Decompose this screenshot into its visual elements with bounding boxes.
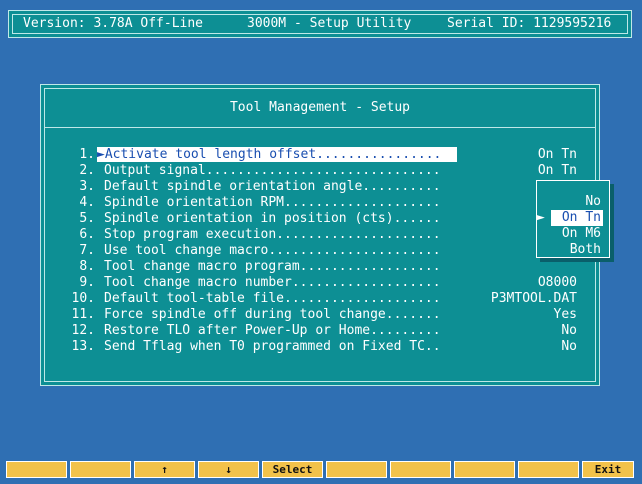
row-value: On Tn	[537, 163, 577, 178]
row-label: Default spindle orientation angle.......…	[104, 179, 441, 194]
row-label: Stop program execution..................…	[104, 227, 441, 242]
fkey-f2[interactable]	[70, 461, 131, 478]
option-popup: No ► On Tn On M6 Both	[536, 180, 610, 258]
fkey-f8[interactable]	[454, 461, 515, 478]
selection-arrow-icon: ►	[537, 210, 545, 225]
fkey-select[interactable]: Select	[262, 461, 323, 478]
tool-management-dialog: Tool Management - Setup 1. ►Activate too…	[40, 84, 600, 386]
dialog-separator	[45, 127, 595, 128]
option-on-tn[interactable]: ► On Tn	[537, 210, 603, 226]
row-number: 11.	[71, 307, 95, 322]
setting-row-12[interactable]: 12. Restore TLO after Power-Up or Home..…	[41, 323, 601, 339]
row-label: Tool change macro number................…	[104, 275, 441, 290]
row-label: Send Tflag when T0 programmed on Fixed T…	[104, 339, 441, 354]
setting-row-8[interactable]: 8. Tool change macro program............…	[41, 259, 601, 275]
dialog-title: Tool Management - Setup	[229, 100, 410, 115]
row-number: 7.	[79, 243, 95, 258]
row-label: Force spindle off during tool change....…	[104, 307, 441, 322]
setting-row-11[interactable]: 11. Force spindle off during tool change…	[41, 307, 601, 323]
option-both[interactable]: Both	[570, 242, 601, 258]
option-on-tn-label: On Tn	[561, 210, 601, 225]
setting-row-3[interactable]: 3. Default spindle orientation angle....…	[41, 179, 601, 195]
row-number: 9.	[79, 275, 95, 290]
row-number: 1.	[79, 147, 95, 162]
row-label: Output signal...........................…	[104, 163, 441, 178]
version-text: Version: 3.78A Off-Line	[23, 16, 204, 31]
row-number: 6.	[79, 227, 95, 242]
setting-row-10[interactable]: 10. Default tool-table file.............…	[41, 291, 601, 307]
row-value: On Tn	[537, 147, 577, 162]
row-label: Restore TLO after Power-Up or Home......…	[104, 323, 441, 338]
row-number: 5.	[79, 211, 95, 226]
setting-row-9[interactable]: 9. Tool change macro number.............…	[41, 275, 601, 291]
row-number: 4.	[79, 195, 95, 210]
row-label: Default tool-table file.................…	[104, 291, 441, 306]
fkey-f7[interactable]	[390, 461, 451, 478]
fkey-down-arrow[interactable]: ↓	[198, 461, 259, 478]
row-label: Spindle orientation in position (cts)...…	[104, 211, 441, 226]
row-value: O8000	[537, 275, 577, 290]
row-value: P3MTOOL.DAT	[490, 291, 577, 306]
serial-id: Serial ID: 1129595216	[447, 16, 612, 31]
setting-row-4[interactable]: 4. Spindle orientation RPM..............…	[41, 195, 601, 211]
setting-row-13[interactable]: 13. Send Tflag when T0 programmed on Fix…	[41, 339, 601, 355]
option-no[interactable]: No	[585, 194, 601, 210]
row-number: 13.	[71, 339, 95, 354]
option-on-m6[interactable]: On M6	[562, 226, 601, 242]
row-number: 8.	[79, 259, 95, 274]
row-value: Yes	[553, 307, 577, 322]
setting-row-2[interactable]: 2. Output signal........................…	[41, 163, 601, 179]
fkey-exit[interactable]: Exit	[582, 461, 634, 478]
row-number: 12.	[71, 323, 95, 338]
row-label: Tool change macro program...............…	[104, 259, 441, 274]
fkey-f9[interactable]	[518, 461, 579, 478]
row-label-text: Activate tool length offset.............…	[104, 147, 442, 162]
row-label: ►Activate tool length offset............…	[97, 147, 457, 162]
row-number: 2.	[79, 163, 95, 178]
row-number: 10.	[71, 291, 95, 306]
fkey-f1[interactable]	[6, 461, 67, 478]
setting-row-5[interactable]: 5. Spindle orientation in position (cts)…	[41, 211, 601, 227]
row-number: 3.	[79, 179, 95, 194]
fkey-f6[interactable]	[326, 461, 387, 478]
setting-row-1[interactable]: 1. ►Activate tool length offset.........…	[41, 147, 601, 163]
selection-arrow-icon: ►	[97, 147, 105, 162]
fkey-up-arrow[interactable]: ↑	[134, 461, 195, 478]
row-value: No	[561, 339, 577, 354]
setting-row-7[interactable]: 7. Use tool change macro................…	[41, 243, 601, 259]
row-label: Use tool change macro...................…	[104, 243, 441, 258]
app-title: 3000M - Setup Utility	[247, 16, 412, 31]
title-bar: Version: 3.78A Off-Line 3000M - Setup Ut…	[8, 10, 632, 38]
row-label: Spindle orientation RPM.................…	[104, 195, 441, 210]
setting-row-6[interactable]: 6. Stop program execution...............…	[41, 227, 601, 243]
row-value: No	[561, 323, 577, 338]
